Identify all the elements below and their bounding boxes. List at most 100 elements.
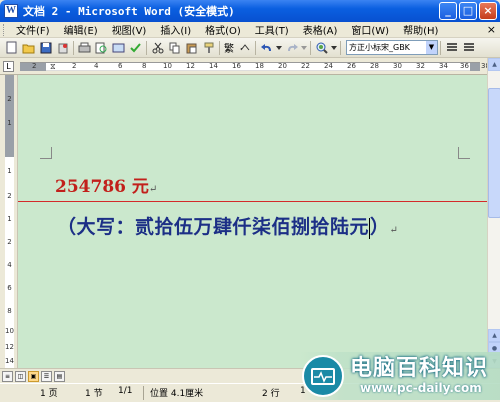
- word-app-icon[interactable]: W: [4, 4, 18, 18]
- paste-icon[interactable]: [184, 40, 199, 55]
- undo-icon[interactable]: [259, 40, 274, 55]
- watermark-text: 电脑百科知识 www.pc-daily.com: [350, 357, 488, 396]
- toolbar-separator: [340, 40, 341, 55]
- ruler-number: 36: [460, 62, 469, 70]
- capital-amount-value: （大写：贰拾伍万肆仟柒佰捌拾陆元: [57, 216, 370, 238]
- ruler-number: 2: [32, 62, 37, 70]
- menu-help[interactable]: 帮助(H): [396, 22, 445, 37]
- vruler-number: 2: [7, 192, 12, 200]
- previous-page-icon[interactable]: ▲: [488, 329, 500, 342]
- standard-toolbar: 繁 ꞏ 方正小标宋_GBK ▼: [0, 38, 500, 58]
- scroll-up-icon[interactable]: ▲: [488, 58, 500, 71]
- menu-tools[interactable]: 工具(T): [248, 22, 296, 37]
- vruler-number: 1: [7, 167, 12, 175]
- ruler-number: 12: [186, 62, 195, 70]
- zoom-icon[interactable]: [314, 40, 329, 55]
- open-folder-icon[interactable]: [21, 40, 36, 55]
- maximize-button[interactable]: □: [459, 2, 477, 20]
- horizontal-ruler[interactable]: L 2 ⧖ 2 4 6 8 10 12 14 16 18 20 22 24 26…: [0, 58, 500, 75]
- window-controls: _ □ ×: [439, 2, 497, 20]
- menu-window[interactable]: 窗口(W): [344, 22, 396, 37]
- new-document-icon[interactable]: [4, 40, 19, 55]
- spelling-icon[interactable]: [128, 40, 143, 55]
- traditional-chinese-button[interactable]: 繁: [222, 40, 236, 55]
- menu-view[interactable]: 视图(V): [105, 22, 154, 37]
- normal-view-icon[interactable]: ≡: [2, 370, 13, 382]
- save-icon[interactable]: [38, 40, 53, 55]
- ruler-number: 24: [324, 62, 333, 70]
- font-name-value: 方正小标宋_GBK: [349, 43, 410, 52]
- align-justify-icon[interactable]: [461, 40, 476, 55]
- research-icon[interactable]: [111, 40, 126, 55]
- minimize-button[interactable]: _: [439, 2, 457, 20]
- ruler-number: 28: [370, 62, 379, 70]
- vruler-number: 1: [7, 215, 12, 223]
- vertical-ruler-track[interactable]: 2 1 1 2 1 2 4 6 8 10 12 14: [5, 75, 14, 368]
- zoom-dropdown-icon[interactable]: [331, 40, 337, 55]
- watermark: 电脑百科知识 www.pc-daily.com: [300, 352, 500, 400]
- print-icon[interactable]: [77, 40, 92, 55]
- margin-corner-marker: [40, 147, 52, 159]
- vruler-number: 8: [7, 307, 12, 315]
- vruler-number: 1: [7, 119, 12, 127]
- close-button[interactable]: ×: [479, 2, 497, 20]
- font-name-select[interactable]: 方正小标宋_GBK ▼: [346, 40, 438, 55]
- ruler-number: 22: [301, 62, 310, 70]
- print-layout-icon[interactable]: ▣: [28, 370, 39, 382]
- ruler-number: 26: [347, 62, 356, 70]
- document-canvas[interactable]: 254786 元↵ （大写：贰拾伍万肆仟柒佰捌拾陆元）↵: [18, 75, 487, 368]
- capital-amount-text[interactable]: （大写：贰拾伍万肆仟柒佰捌拾陆元）↵: [57, 212, 398, 239]
- toolbar-separator: [219, 40, 220, 55]
- ruler-number: 30: [393, 62, 402, 70]
- ruler-number: 20: [278, 62, 287, 70]
- close-document-button[interactable]: ×: [487, 23, 496, 36]
- monitor-logo-icon: [302, 355, 344, 397]
- chinese-conversion-icon[interactable]: ꞏ: [237, 40, 252, 55]
- ruler-number: 32: [416, 62, 425, 70]
- vertical-ruler[interactable]: 2 1 1 2 1 2 4 6 8 10 12 14: [0, 75, 18, 368]
- permission-icon[interactable]: [55, 40, 70, 55]
- toolbar-separator: [255, 40, 256, 55]
- watermark-url: www.pc-daily.com: [360, 381, 482, 395]
- cut-icon[interactable]: [150, 40, 165, 55]
- redo-dropdown-icon[interactable]: [301, 40, 307, 55]
- menu-grip[interactable]: [3, 23, 6, 36]
- tab-selector[interactable]: L: [3, 61, 14, 72]
- menu-insert[interactable]: 插入(I): [153, 22, 198, 37]
- paragraph-mark-icon: ↵: [148, 184, 158, 195]
- ruler-track[interactable]: 2 ⧖ 2 4 6 8 10 12 14 16 18 20 22 24 26 2…: [20, 62, 490, 71]
- amount-text[interactable]: 254786 元↵: [55, 172, 157, 197]
- menu-format[interactable]: 格式(O): [198, 22, 248, 37]
- align-left-icon[interactable]: [444, 40, 459, 55]
- print-preview-icon[interactable]: [94, 40, 109, 55]
- scroll-thumb[interactable]: [488, 88, 500, 218]
- vruler-number: 2: [7, 238, 12, 246]
- indent-marker-icon[interactable]: ⧖: [50, 63, 56, 71]
- menu-file[interactable]: 文件(F): [9, 22, 57, 37]
- margin-corner-marker: [458, 147, 470, 159]
- ruler-number: 8: [142, 62, 147, 70]
- ruler-number: 2: [72, 62, 77, 70]
- title-bar: W 文档 2 - Microsoft Word (安全模式) _ □ ×: [0, 0, 500, 22]
- menu-edit[interactable]: 编辑(E): [57, 22, 105, 37]
- font-dropdown-icon[interactable]: ▼: [426, 41, 437, 54]
- undo-dropdown-icon[interactable]: [276, 40, 282, 55]
- ruler-number: 4: [94, 62, 99, 70]
- vruler-number: 10: [5, 327, 14, 335]
- reading-view-icon[interactable]: ▤: [54, 370, 65, 382]
- outline-view-icon[interactable]: ☰: [41, 370, 52, 382]
- vertical-ruler-top-margin: [5, 75, 14, 157]
- vertical-scrollbar[interactable]: ▲ ▲ ● ▼: [487, 58, 500, 368]
- window-title: 文档 2 - Microsoft Word (安全模式): [23, 5, 235, 18]
- redo-icon[interactable]: [284, 40, 299, 55]
- format-painter-icon[interactable]: [201, 40, 216, 55]
- menu-table[interactable]: 表格(A): [296, 22, 345, 37]
- ruler-number: 16: [232, 62, 241, 70]
- status-page-of: 1/1: [118, 386, 133, 396]
- menu-bar: 文件(F) 编辑(E) 视图(V) 插入(I) 格式(O) 工具(T) 表格(A…: [0, 22, 500, 38]
- copy-icon[interactable]: [167, 40, 182, 55]
- vruler-number: 2: [7, 95, 12, 103]
- guide-line: [18, 201, 487, 202]
- toolbar-separator: [73, 40, 74, 55]
- web-view-icon[interactable]: ◫: [15, 370, 26, 382]
